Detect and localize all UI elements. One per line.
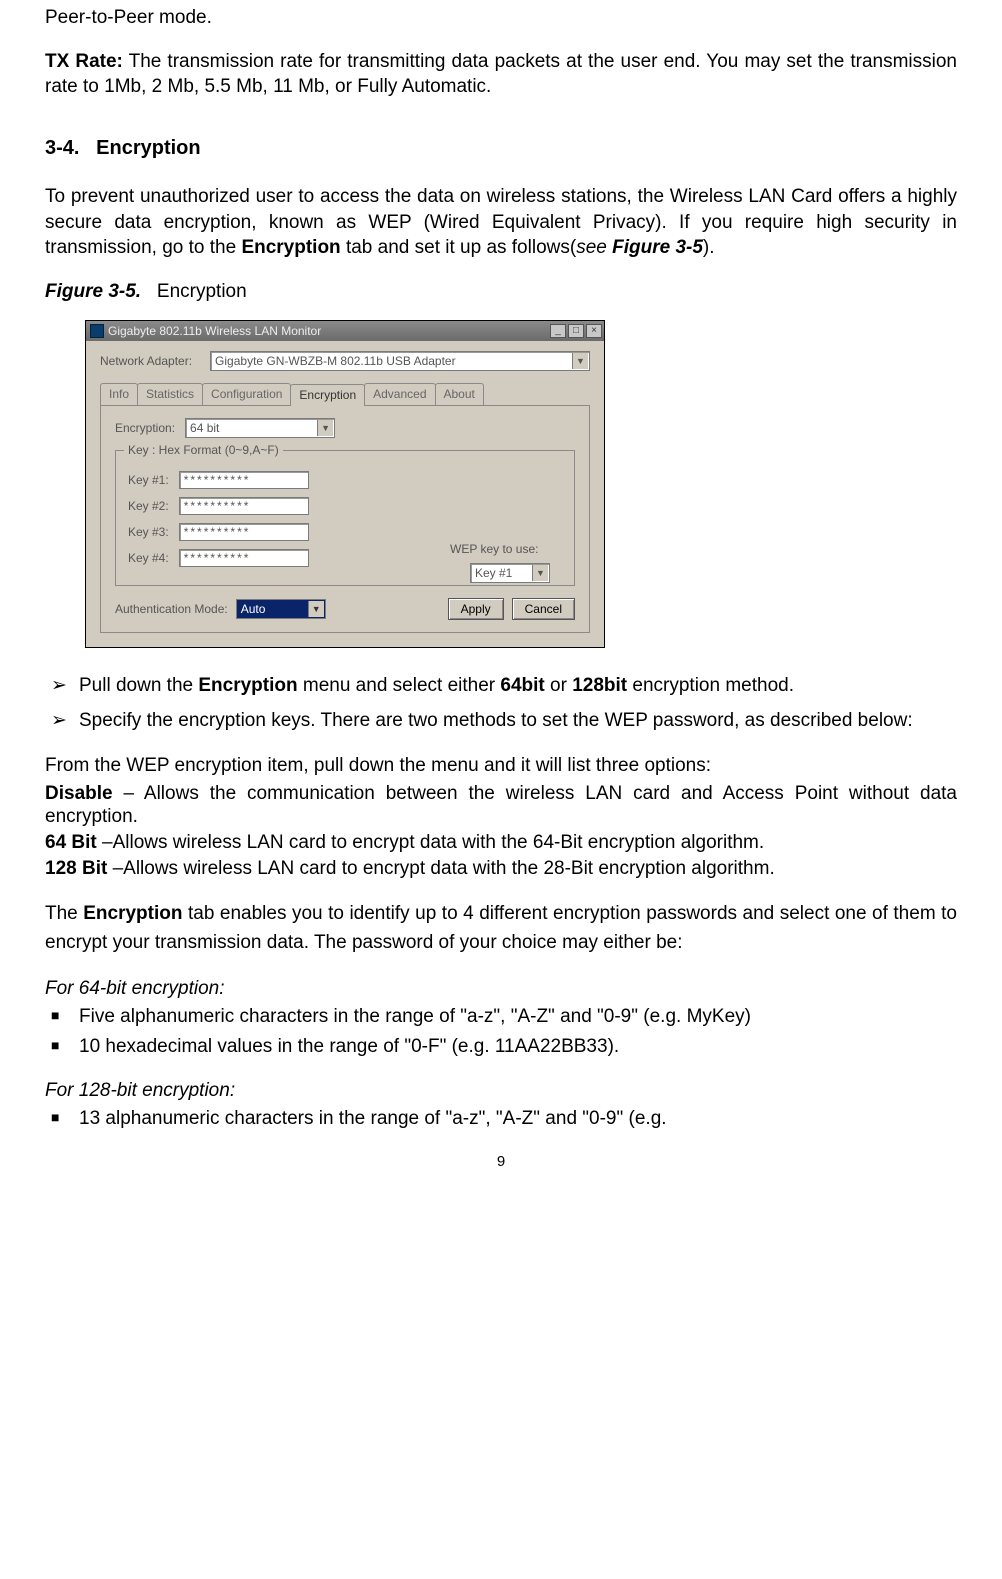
wep-use-value: Key #1 bbox=[475, 566, 512, 580]
for-128bit-list: 13 alphanumeric characters in the range … bbox=[45, 1106, 957, 1132]
cancel-button[interactable]: Cancel bbox=[512, 598, 575, 620]
chevron-down-icon: ▼ bbox=[308, 601, 324, 617]
instruction-list: Pull down the Encryption menu and select… bbox=[45, 673, 957, 734]
lan-monitor-window: Gigabyte 802.11b Wireless LAN Monitor _ … bbox=[85, 320, 605, 647]
maximize-button[interactable]: □ bbox=[568, 324, 584, 338]
app-icon bbox=[90, 324, 104, 338]
64bit-option: 64 Bit –Allows wireless LAN card to encr… bbox=[45, 831, 957, 855]
chevron-down-icon: ▼ bbox=[317, 420, 333, 436]
key2-label: Key #2: bbox=[128, 498, 169, 514]
list-item: Pull down the Encryption menu and select… bbox=[45, 673, 957, 699]
tab-statistics[interactable]: Statistics bbox=[137, 383, 203, 404]
window-controls: _ □ × bbox=[550, 324, 602, 338]
figure-caption: Figure 3-5. Encryption bbox=[45, 279, 957, 305]
auth-select[interactable]: Auto ▼ bbox=[236, 599, 326, 619]
wep-use-label: WEP key to use: bbox=[450, 541, 550, 557]
apply-button[interactable]: Apply bbox=[448, 598, 504, 620]
128bit-option: 128 Bit –Allows wireless LAN card to enc… bbox=[45, 857, 957, 881]
key4-label: Key #4: bbox=[128, 550, 169, 566]
tx-rate-label: TX Rate: bbox=[45, 51, 123, 72]
list-item: 10 hexadecimal values in the range of "0… bbox=[45, 1034, 957, 1060]
section-heading: 3-4. Encryption bbox=[45, 135, 957, 162]
tx-rate-para: TX Rate: The transmission rate for trans… bbox=[45, 49, 957, 100]
wep-use-area: WEP key to use: Key #1 ▼ bbox=[450, 541, 550, 583]
list-item: Five alphanumeric characters in the rang… bbox=[45, 1004, 957, 1030]
chevron-down-icon: ▼ bbox=[532, 565, 548, 581]
section-number: 3-4. bbox=[45, 137, 79, 159]
encryption-value: 64 bit bbox=[190, 421, 219, 435]
page-number: 9 bbox=[45, 1152, 957, 1172]
key4-input[interactable]: ********** bbox=[179, 549, 309, 567]
tx-rate-text: The transmission rate for transmitting d… bbox=[45, 51, 957, 98]
key3-label: Key #3: bbox=[128, 524, 169, 540]
peer-mode-text: Peer-to-Peer mode. bbox=[45, 5, 957, 31]
tab-panel: Encryption: 64 bit ▼ Key : Hex Format (0… bbox=[100, 405, 590, 633]
tab-configuration[interactable]: Configuration bbox=[202, 383, 291, 404]
adapter-value: Gigabyte GN-WBZB-M 802.11b USB Adapter bbox=[215, 354, 456, 368]
key3-input[interactable]: ********** bbox=[179, 523, 309, 541]
disable-option: Disable – Allows the communication betwe… bbox=[45, 782, 957, 830]
figure-number: Figure 3-5. bbox=[45, 281, 141, 302]
figure-title: Encryption bbox=[157, 281, 247, 302]
key-group-legend: Key : Hex Format (0~9,A~F) bbox=[124, 442, 283, 458]
tab-advanced[interactable]: Advanced bbox=[364, 383, 435, 404]
chevron-down-icon: ▼ bbox=[572, 353, 588, 369]
encryption-select[interactable]: 64 bit ▼ bbox=[185, 418, 335, 438]
key1-label: Key #1: bbox=[128, 472, 169, 488]
titlebar: Gigabyte 802.11b Wireless LAN Monitor _ … bbox=[86, 321, 604, 341]
minimize-button[interactable]: _ bbox=[550, 324, 566, 338]
key2-input[interactable]: ********** bbox=[179, 497, 309, 515]
auth-label: Authentication Mode: bbox=[115, 601, 228, 617]
encryption-tab-para: The Encryption tab enables you to identi… bbox=[45, 899, 957, 958]
section-title: Encryption bbox=[96, 137, 200, 159]
key-group: Key : Hex Format (0~9,A~F) Key #1: *****… bbox=[115, 450, 575, 586]
close-button[interactable]: × bbox=[586, 324, 602, 338]
for-64bit-heading: For 64-bit encryption: bbox=[45, 976, 957, 1002]
list-item: Specify the encryption keys. There are t… bbox=[45, 708, 957, 734]
adapter-label: Network Adapter: bbox=[100, 353, 192, 369]
figure-screenshot: Gigabyte 802.11b Wireless LAN Monitor _ … bbox=[85, 320, 957, 647]
encryption-intro-para: To prevent unauthorized user to access t… bbox=[45, 184, 957, 261]
tab-encryption[interactable]: Encryption bbox=[290, 384, 365, 405]
for-128bit-heading: For 128-bit encryption: bbox=[45, 1078, 957, 1104]
auth-value: Auto bbox=[241, 602, 266, 616]
tab-info[interactable]: Info bbox=[100, 383, 138, 404]
tabs: Info Statistics Configuration Encryption… bbox=[100, 383, 590, 404]
adapter-select[interactable]: Gigabyte GN-WBZB-M 802.11b USB Adapter ▼ bbox=[210, 351, 590, 371]
window-title: Gigabyte 802.11b Wireless LAN Monitor bbox=[108, 323, 550, 339]
tab-about[interactable]: About bbox=[435, 383, 484, 404]
wep-use-select[interactable]: Key #1 ▼ bbox=[470, 563, 550, 583]
list-item: 13 alphanumeric characters in the range … bbox=[45, 1106, 957, 1132]
wep-menu-intro: From the WEP encryption item, pull down … bbox=[45, 754, 957, 778]
for-64bit-list: Five alphanumeric characters in the rang… bbox=[45, 1004, 957, 1059]
key1-input[interactable]: ********** bbox=[179, 471, 309, 489]
encryption-label: Encryption: bbox=[115, 420, 175, 436]
